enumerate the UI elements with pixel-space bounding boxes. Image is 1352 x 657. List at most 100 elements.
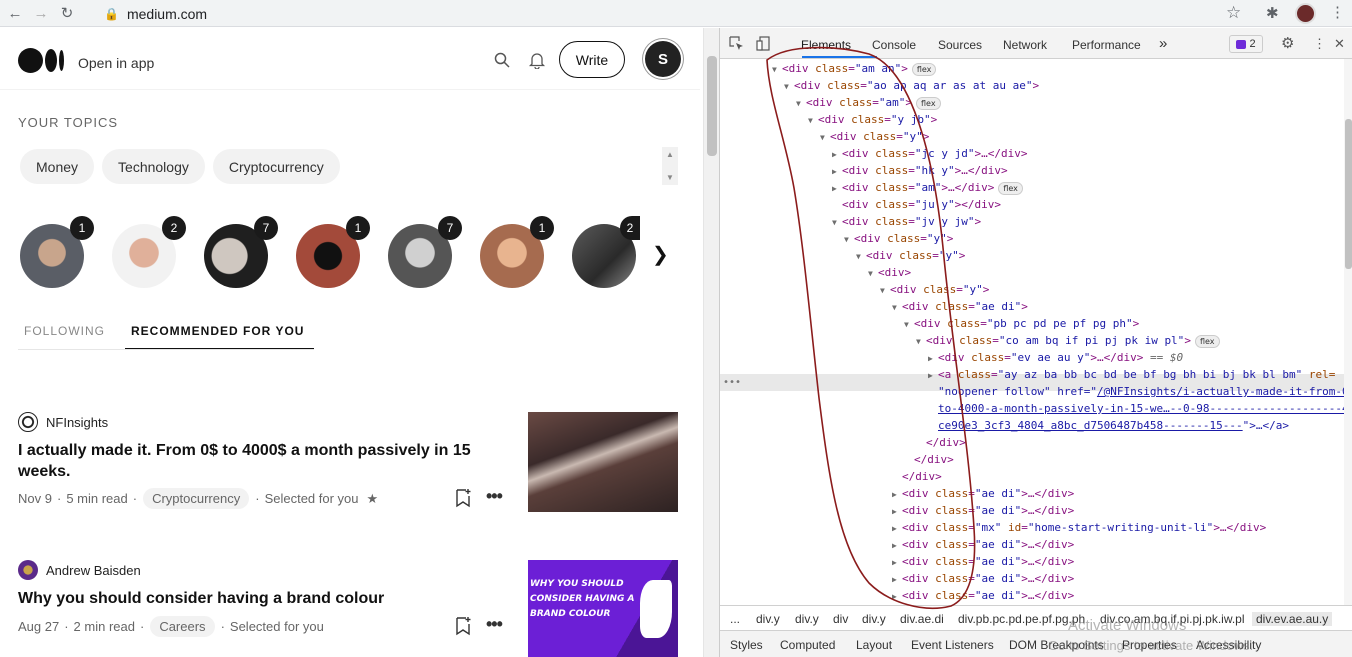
collapse-triangle-icon[interactable]: ▼: [796, 95, 806, 112]
collapse-triangle-icon[interactable]: ▼: [808, 112, 818, 129]
breadcrumb-item-selected[interactable]: div.ev.ae.au.y: [1252, 612, 1333, 626]
dom-node-line[interactable]: ▼ <div class="ae di">: [892, 298, 1028, 315]
close-icon[interactable]: ✕: [1334, 36, 1345, 52]
expand-triangle-icon[interactable]: ▶: [892, 503, 902, 520]
user-avatar[interactable]: S: [645, 41, 681, 77]
more-options-icon[interactable]: •••: [486, 486, 503, 507]
dom-node-line[interactable]: ▼ <div class="y">: [844, 230, 953, 247]
tab-layout[interactable]: Layout: [856, 638, 892, 652]
flex-badge[interactable]: flex: [916, 96, 941, 110]
device-toolbar-icon[interactable]: [756, 36, 771, 51]
article-title[interactable]: I actually made it. From 0$ to 4000$ a m…: [18, 440, 488, 482]
topic-chip-money[interactable]: Money: [20, 149, 95, 184]
more-menu-icon[interactable]: ⋮: [1330, 3, 1345, 21]
dom-node-line[interactable]: </div>: [892, 468, 942, 485]
breadcrumb-item[interactable]: div.y: [756, 612, 780, 626]
expand-triangle-icon[interactable]: ▶: [892, 588, 902, 605]
breadcrumb-item[interactable]: div.y: [862, 612, 886, 626]
tab-sources[interactable]: Sources: [938, 38, 982, 52]
collapse-triangle-icon[interactable]: ▼: [892, 299, 902, 316]
write-button[interactable]: Write: [559, 41, 625, 78]
tab-console[interactable]: Console: [872, 38, 916, 52]
search-icon[interactable]: [494, 52, 510, 68]
expand-triangle-icon[interactable]: ▶: [832, 180, 842, 197]
collapse-triangle-icon[interactable]: ▼: [868, 265, 878, 282]
flex-badge[interactable]: flex: [911, 62, 937, 76]
dom-node-line[interactable]: ▼ <div class="ao ap aq ar as at au ae">: [784, 77, 1039, 94]
dom-node-line[interactable]: </div>: [904, 451, 954, 468]
dom-node-line[interactable]: to-4000-a-month-passively-in-15-we…--0-9…: [928, 400, 1344, 417]
dom-node-line[interactable]: ▶ <a class="ay az ba bb bc bd be bf bg bh…: [928, 366, 1335, 383]
reload-icon[interactable]: ↻: [56, 2, 78, 24]
extensions-puzzle-icon[interactable]: ✱: [1266, 4, 1279, 22]
expand-triangle-icon[interactable]: ▶: [892, 537, 902, 554]
expand-triangle-icon[interactable]: ▶: [892, 554, 902, 571]
tab-computed[interactable]: Computed: [780, 638, 835, 652]
dom-node-line[interactable]: "noopener follow" href="/@NFInsights/i-a…: [928, 383, 1344, 400]
author-avatar-small[interactable]: [18, 560, 38, 580]
topics-scrollbar[interactable]: ▲ ▼: [662, 147, 678, 185]
expand-triangle-icon[interactable]: ▶: [892, 486, 902, 503]
flex-badge[interactable]: flex: [1194, 334, 1220, 348]
publication-logo[interactable]: [18, 412, 38, 432]
collapse-triangle-icon[interactable]: ▼: [916, 333, 926, 350]
breadcrumb-item[interactable]: div.y: [795, 612, 819, 626]
article-card[interactable]: Andrew Baisden Why you should consider h…: [18, 560, 678, 657]
dom-tree[interactable]: ••• ▼ <div class="am an"> flex ▼ <div class=…: [720, 59, 1344, 605]
notifications-bell-icon[interactable]: [528, 51, 546, 69]
breadcrumb-item[interactable]: div: [833, 612, 848, 626]
tab-network[interactable]: Network: [1003, 38, 1047, 52]
dom-node-line[interactable]: ▶ <div class="ev ae au y">…</div> == $0: [928, 349, 1183, 366]
article-thumbnail[interactable]: WHY YOU SHOULD CONSIDER HAVING A BRAND C…: [528, 560, 678, 657]
publication-name[interactable]: NFInsights: [46, 415, 108, 430]
collapse-triangle-icon[interactable]: ▼: [844, 231, 854, 248]
collapse-triangle-icon[interactable]: ▼: [880, 282, 890, 299]
more-options-icon[interactable]: •••: [486, 614, 503, 635]
dom-node-line[interactable]: ▶<div class="ae di">…</div>: [892, 587, 1074, 604]
tab-following[interactable]: FOLLOWING: [24, 324, 105, 338]
bookmark-star-icon[interactable]: ☆: [1226, 3, 1241, 23]
back-icon[interactable]: ←: [4, 2, 26, 24]
dom-node-line[interactable]: ▼ <div class="y">: [820, 128, 929, 145]
profile-avatar-icon[interactable]: [1295, 3, 1316, 24]
devtools-more-icon[interactable]: ⋮: [1313, 36, 1326, 52]
article-card[interactable]: NFInsights I actually made it. From 0$ t…: [18, 412, 678, 522]
inspect-element-icon[interactable]: [729, 36, 744, 51]
dom-node-line[interactable]: ▼ <div class="pb pc pd pe pf pg ph">: [904, 315, 1139, 332]
expand-triangle-icon[interactable]: ▶: [892, 520, 902, 537]
article-tag[interactable]: Careers: [150, 616, 215, 637]
collapse-triangle-icon[interactable]: ▼: [784, 78, 794, 95]
dom-node-line[interactable]: ▼ <div class="y">: [880, 281, 989, 298]
collapse-triangle-icon[interactable]: ▼: [856, 248, 866, 265]
dom-node-line[interactable]: ce90e3_3cf3_4804_a8bc_d7506487b458------…: [928, 417, 1289, 434]
flex-badge[interactable]: flex: [998, 181, 1023, 195]
dom-node-line[interactable]: </div>: [916, 434, 966, 451]
open-in-app-link[interactable]: Open in app: [78, 55, 154, 71]
dom-node-line[interactable]: ▼ <div class="am"> flex: [796, 94, 941, 111]
dom-node-line[interactable]: ▼ <div class="jv y jw">: [832, 213, 981, 230]
dom-node-line[interactable]: ▶ <div class="am">…</div> flex: [832, 179, 1023, 196]
topic-chip-cryptocurrency[interactable]: Cryptocurrency: [212, 149, 340, 184]
expand-triangle-icon[interactable]: ▶: [928, 367, 938, 384]
forward-icon[interactable]: →: [30, 2, 52, 24]
tab-event-listeners[interactable]: Event Listeners: [911, 638, 994, 652]
medium-logo[interactable]: [18, 48, 64, 73]
breadcrumb-item[interactable]: ...: [730, 612, 740, 626]
address-bar[interactable]: 🔒 medium.com: [104, 2, 1254, 25]
dom-tree-scrollbar[interactable]: [1344, 59, 1352, 605]
topic-chip-technology[interactable]: Technology: [102, 149, 205, 184]
breadcrumb-item[interactable]: div.pb.pc.pd.pe.pf.pg.ph: [958, 612, 1085, 626]
collapse-triangle-icon[interactable]: ▼: [832, 214, 842, 231]
dom-node-line[interactable]: ▼ <div class="co am bq if pi pj pk iw pl"…: [916, 332, 1220, 349]
dom-node-line[interactable]: ▼ <div class="y">: [856, 247, 965, 264]
dom-node-line[interactable]: ▶<div class="ae di">…</div>: [892, 570, 1074, 587]
node-actions-dots[interactable]: •••: [723, 374, 741, 391]
dom-node-line[interactable]: ▼ <div>: [868, 264, 911, 281]
breadcrumb-item[interactable]: div.ae.di: [900, 612, 944, 626]
bookmark-add-icon[interactable]: [455, 488, 471, 508]
collapse-triangle-icon[interactable]: ▼: [820, 129, 830, 146]
dom-node-line[interactable]: ▼ <div class="y jb">: [808, 111, 937, 128]
expand-triangle-icon[interactable]: ▶: [928, 350, 938, 367]
dom-node-line[interactable]: ▶ <div class="hk y">…</div>: [832, 162, 1008, 179]
article-thumbnail[interactable]: [528, 412, 678, 512]
